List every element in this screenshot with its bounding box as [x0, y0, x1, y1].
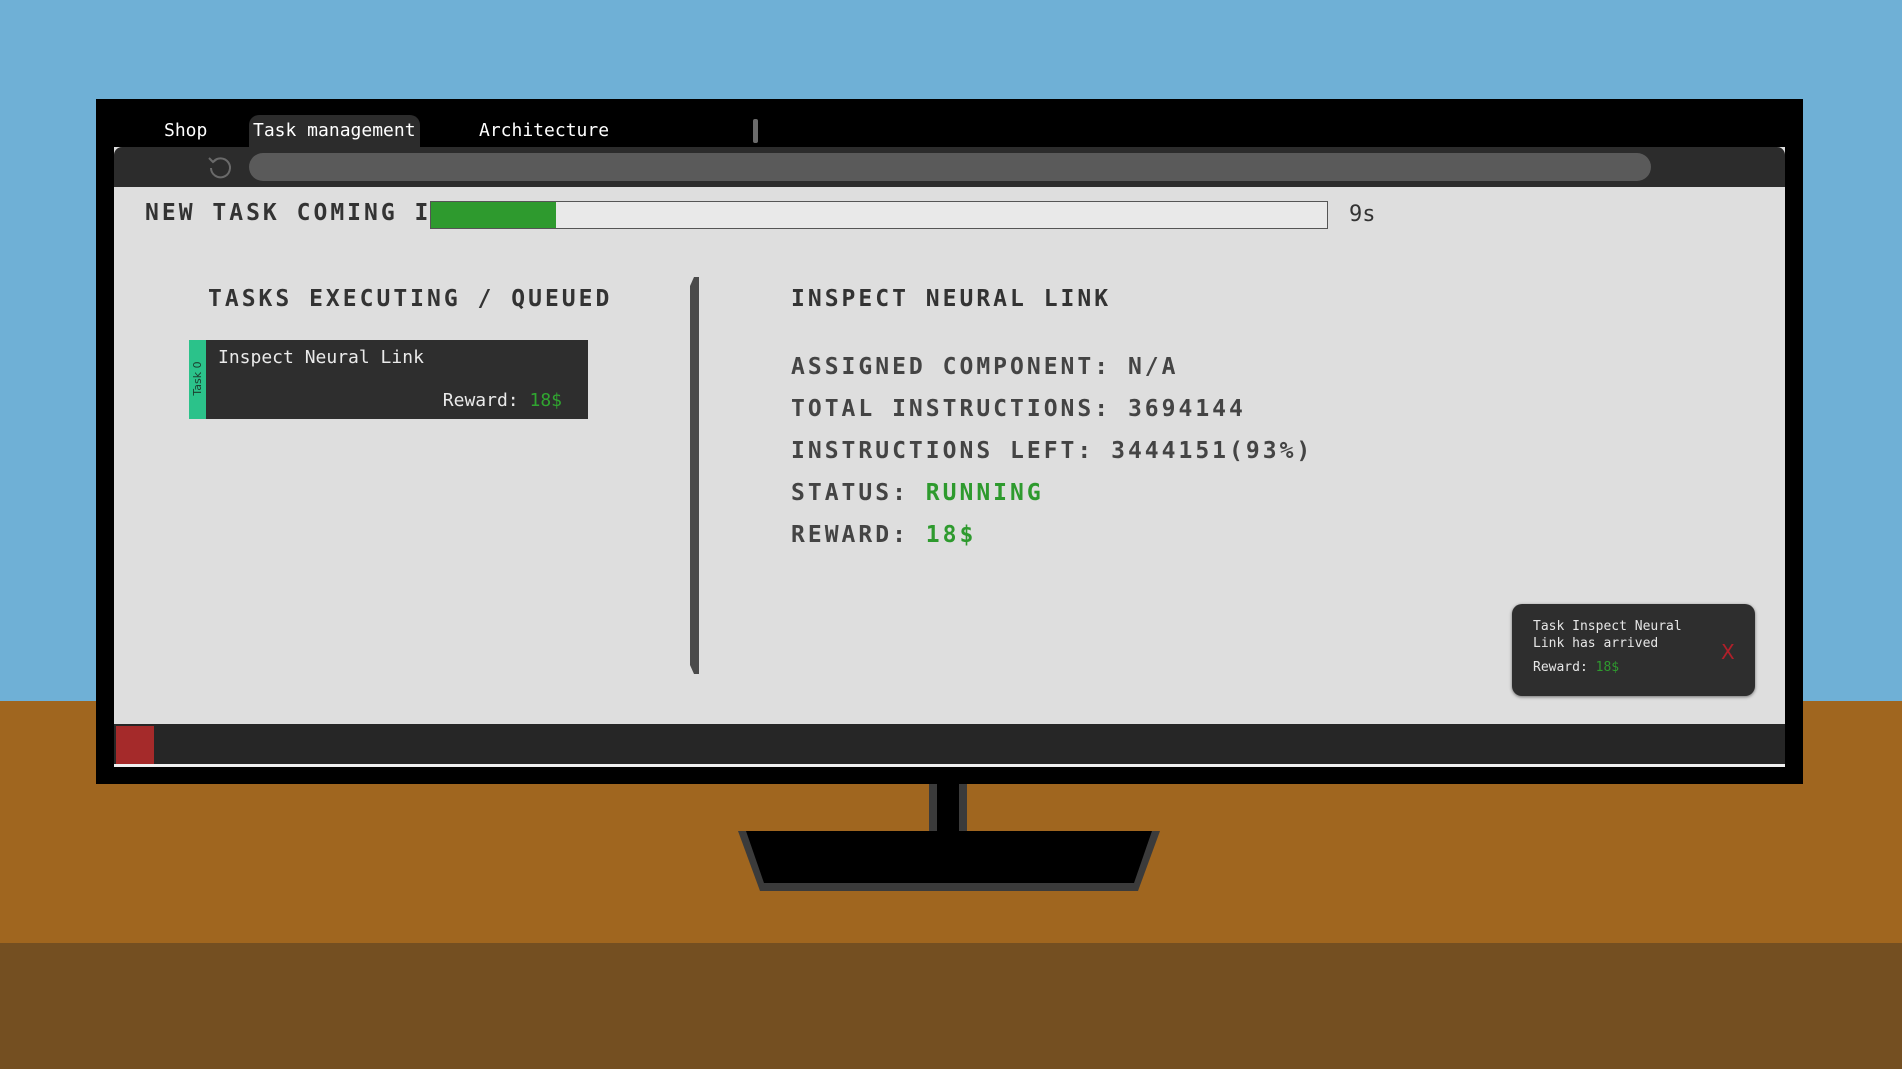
tab-task-management[interactable]: Task management [249, 115, 420, 147]
task-reward-label: Reward: [442, 390, 519, 411]
new-task-progress-bar [430, 201, 1328, 229]
task-name: Inspect Neural Link [218, 347, 424, 368]
task-status-stripe: Task 0 [189, 340, 206, 419]
address-bar[interactable] [249, 153, 1651, 181]
countdown-seconds: 9s [1349, 202, 1376, 227]
notification-message: Task Inspect Neural Link has arrived [1533, 619, 1682, 651]
close-icon[interactable]: X [1721, 640, 1735, 664]
assigned-component: ASSIGNED COMPONENT: N/A [791, 354, 1179, 380]
taskbar [114, 724, 1785, 764]
status-value: RUNNING [925, 480, 1044, 506]
notification-reward-label: Reward: [1533, 660, 1588, 675]
game-screen: NEW TASK COMING IN 9s TASKS EXECUTING / … [114, 147, 1785, 767]
new-task-countdown-label: NEW TASK COMING IN [145, 200, 449, 226]
queue-title: TASKS EXECUTING / QUEUED [208, 286, 613, 312]
reward-label: REWARD: [791, 522, 909, 548]
panel-divider [690, 277, 699, 674]
tab-bar-cursor [753, 119, 758, 143]
taskbar-bottom-line [114, 764, 1785, 767]
status-label: STATUS: [791, 480, 909, 506]
task-card[interactable]: Task 0 Inspect Neural Link Reward: 18$ [189, 340, 588, 419]
browser-toolbar [114, 147, 1785, 187]
task-reward-detail: REWARD: 18$ [791, 522, 976, 548]
task-detail-title: INSPECT NEURAL LINK [791, 286, 1112, 312]
task-reward-value: 18$ [529, 390, 562, 411]
tab-shop[interactable]: Shop [160, 115, 211, 147]
reward-value: 18$ [925, 522, 977, 548]
task-reward: Reward: 18$ [443, 390, 562, 411]
task-arrived-notification: Task Inspect Neural Link has arrived Rew… [1512, 604, 1755, 696]
task-status: STATUS: RUNNING [791, 480, 1044, 506]
desk-front [0, 943, 1902, 1069]
tab-architecture[interactable]: Architecture [475, 115, 613, 147]
task-id-label: Task 0 [191, 361, 204, 396]
notification-reward: Reward: 18$ [1533, 660, 1619, 675]
start-button[interactable] [116, 726, 154, 764]
new-task-progress-fill [431, 202, 557, 228]
monitor-stand [738, 831, 1160, 891]
instructions-left: INSTRUCTIONS LEFT: 3444151(93%) [791, 438, 1314, 464]
notification-reward-value: 18$ [1595, 660, 1620, 675]
total-instructions: TOTAL INSTRUCTIONS: 3694144 [791, 396, 1246, 422]
reload-icon[interactable] [206, 153, 234, 181]
